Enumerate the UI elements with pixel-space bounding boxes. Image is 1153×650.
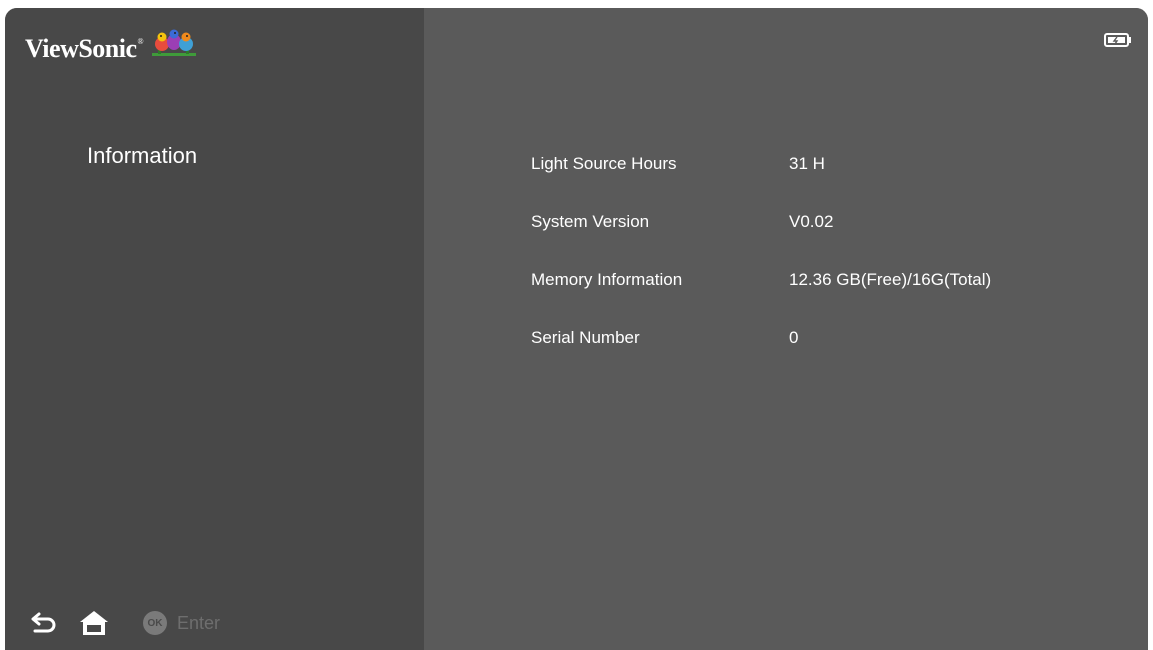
back-arrow-icon[interactable] <box>31 612 57 634</box>
info-row-light-source-hours: Light Source Hours 31 H <box>531 154 825 174</box>
footer-controls: OK Enter <box>31 610 220 636</box>
info-label: Serial Number <box>531 328 640 347</box>
info-value: V0.02 <box>789 212 834 231</box>
home-icon[interactable] <box>79 610 109 636</box>
info-label: System Version <box>531 212 650 231</box>
info-row-serial-number: Serial Number 0 <box>531 328 798 348</box>
brand-name: ViewSonic <box>25 34 137 63</box>
enter-label: Enter <box>177 612 221 633</box>
registered-mark: ® <box>137 37 144 46</box>
info-label: Memory Information <box>531 270 683 289</box>
info-row-system-version: System Version V0.02 <box>531 212 833 232</box>
info-value: 0 <box>789 328 799 347</box>
sidebar: ViewSonic ® Information OK Enter <box>5 8 424 650</box>
birds-logo-icon <box>150 28 198 63</box>
info-value: 31 H <box>789 154 825 173</box>
main-panel: Light Source Hours 31 H System Version V… <box>424 8 1148 650</box>
projector-screen: ViewSonic ® Information OK Enter Light S… <box>5 8 1148 650</box>
battery-icon <box>1104 33 1132 52</box>
info-row-memory-information: Memory Information 12.36 GB(Free)/16G(To… <box>531 270 991 290</box>
ok-button-icon: OK <box>143 611 167 635</box>
info-label: Light Source Hours <box>531 154 677 173</box>
menu-item-information[interactable]: Information <box>87 143 197 169</box>
viewsonic-logo: ViewSonic ® <box>25 28 198 64</box>
info-value: 12.36 GB(Free)/16G(Total) <box>789 270 992 289</box>
